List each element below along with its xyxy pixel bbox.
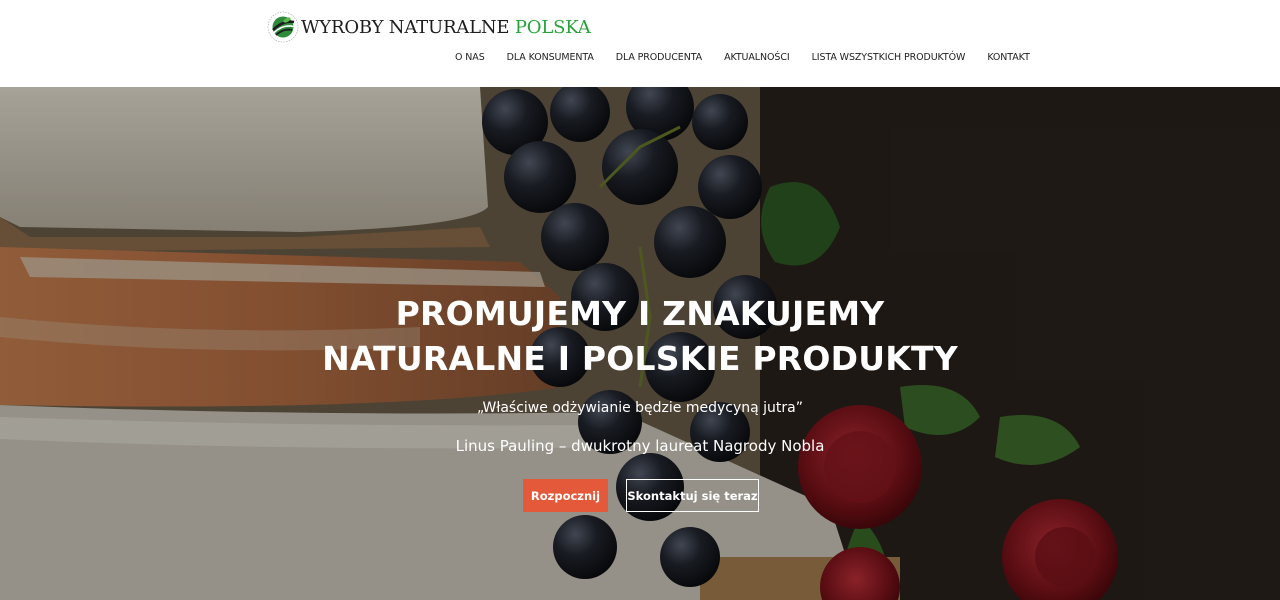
start-button[interactable]: Rozpocznij <box>523 479 608 512</box>
logo-text: WYROBY NATURALNE POLSKA <box>301 16 591 38</box>
nav-lista-produktow[interactable]: LISTA WSZYSTKICH PRODUKTÓW <box>812 52 966 63</box>
hero-title-line1: PROMUJEMY I ZNAKUJEMY <box>395 294 885 333</box>
logo-accent-text: POLSKA <box>514 16 591 38</box>
nav-aktualnosci[interactable]: AKTUALNOŚCI <box>724 52 790 63</box>
site-logo[interactable]: WYROBY NATURALNE POLSKA <box>267 11 591 43</box>
globe-leaf-icon <box>267 11 299 43</box>
hero-section: PROMUJEMY I ZNAKUJEMY NATURALNE I POLSKI… <box>0 87 1280 600</box>
hero-title-line2: NATURALNE I POLSKIE PRODUKTY <box>322 339 958 378</box>
nav-o-nas[interactable]: O NAS <box>455 52 485 63</box>
hero-quote-author: Linus Pauling – dwukrotny laureat Nagrod… <box>455 437 825 455</box>
contact-now-button[interactable]: Skontaktuj się teraz <box>626 479 759 512</box>
nav-dla-producenta[interactable]: DLA PRODUCENTA <box>616 52 702 63</box>
nav-kontakt[interactable]: KONTAKT <box>987 52 1030 63</box>
site-header: WYROBY NATURALNE POLSKA O NAS DLA KONSUM… <box>0 0 1280 87</box>
main-nav: O NAS DLA KONSUMENTA DLA PRODUCENTA AKTU… <box>455 52 1030 63</box>
hero-quote: „Właściwe odżywianie będzie medycyną jut… <box>477 400 803 416</box>
nav-dla-konsumenta[interactable]: DLA KONSUMENTA <box>507 52 594 63</box>
